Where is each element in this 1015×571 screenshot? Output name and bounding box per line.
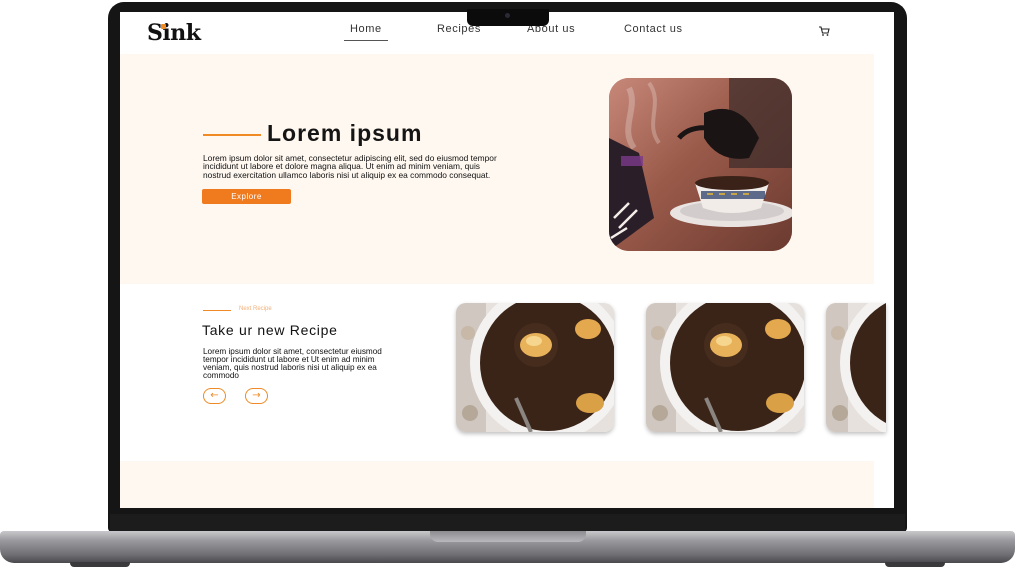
recipe-card[interactable] [826,303,886,432]
website-screen: Sink Home Recipes About us Contact us Lo… [120,12,894,508]
laptop-mockup: Sink Home Recipes About us Contact us Lo… [0,0,1015,571]
hero-description: Lorem ipsum dolor sit amet, consectetur … [203,153,497,180]
cart-icon[interactable] [818,26,831,37]
coffee-illustration [609,78,792,251]
camera-notch [467,9,549,26]
recipes-accent-line [203,310,231,311]
hero-accent-line [203,134,261,136]
logo-accent [161,24,166,29]
laptop-foot [885,562,945,567]
logo-text: Sink [147,20,201,46]
laptop-foot [70,562,130,567]
recipes-title: Take ur new Recipe [202,322,338,338]
arrow-right-icon: → [252,390,261,401]
footer-band [120,461,874,508]
nav-link-home[interactable]: Home [344,23,388,41]
prev-button[interactable]: ← [203,388,226,404]
cart-icon-glyph [819,26,830,36]
stew-image [646,303,804,432]
recipes-description: Lorem ipsum dolor sit amet, consectetur … [203,347,382,380]
logo[interactable]: Sink [147,20,201,46]
recipes-eyebrow: Next Recipe [239,306,272,312]
camera-icon [505,13,510,18]
recipe-card[interactable] [456,303,614,432]
laptop-groove [430,531,586,542]
hero-title: Lorem ipsum [267,120,423,146]
hero-section: Lorem ipsum Lorem ipsum dolor sit amet, … [120,54,874,284]
explore-button[interactable]: Explore [202,189,291,204]
recipe-card[interactable] [646,303,804,432]
stew-image [456,303,614,432]
next-button[interactable]: → [245,388,268,404]
arrow-left-icon: ← [210,390,219,401]
recipes-section: Next Recipe Take ur new Recipe Lorem ips… [120,284,886,460]
laptop-chin [110,514,905,532]
hero-coffee-image [609,78,792,251]
stew-image [826,303,886,432]
nav-link-contact-us[interactable]: Contact us [624,23,683,35]
